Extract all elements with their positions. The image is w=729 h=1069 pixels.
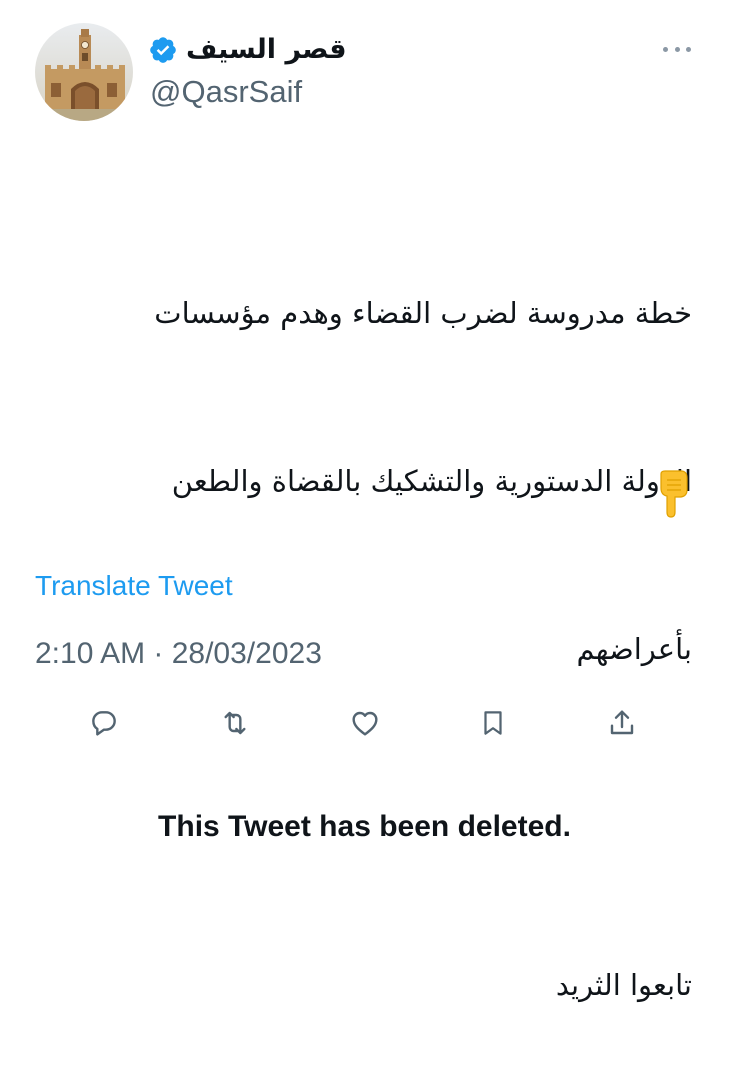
bookmark-icon <box>484 711 502 735</box>
tweet-action-bar <box>0 700 729 746</box>
tweet-timestamp[interactable]: 2:10 AM · 28/03/2023 <box>35 634 322 674</box>
author-display-name[interactable]: قصر السيف <box>186 30 347 70</box>
bookmark-button[interactable] <box>470 700 516 746</box>
translate-tweet-link[interactable]: Translate Tweet <box>35 568 233 604</box>
share-button[interactable] <box>599 700 645 746</box>
tweet-line: خطة مدروسة لضرب القضاء وهدم مؤسسات <box>154 296 692 330</box>
palace-clock-tower-avatar-icon <box>35 23 133 121</box>
tweet-line: تابعوا الثريد <box>555 968 692 1002</box>
share-icon <box>610 710 634 735</box>
more-options-icon[interactable] <box>663 39 691 59</box>
avatar[interactable] <box>35 23 133 121</box>
like-button[interactable] <box>342 700 388 746</box>
pointing-down-hand-icon <box>651 470 691 518</box>
like-icon <box>352 711 378 736</box>
author-name-row[interactable]: قصر السيف <box>148 30 347 70</box>
verified-badge-icon <box>148 35 178 65</box>
reply-button[interactable] <box>81 700 127 746</box>
reply-icon <box>92 711 116 736</box>
retweet-icon <box>224 711 246 735</box>
retweet-button[interactable] <box>212 700 258 746</box>
tweet-header: قصر السيف @QasrSaif <box>0 0 729 140</box>
tweet-text: خطة مدروسة لضرب القضاء وهدم مؤسسات الدول… <box>60 173 692 1069</box>
tweet-line: الدولة الدستورية والتشكيك بالقضاة والطعن <box>171 464 692 498</box>
deleted-tweet-notice: This Tweet has been deleted. <box>158 810 571 843</box>
author-handle[interactable]: @QasrSaif <box>150 72 302 112</box>
